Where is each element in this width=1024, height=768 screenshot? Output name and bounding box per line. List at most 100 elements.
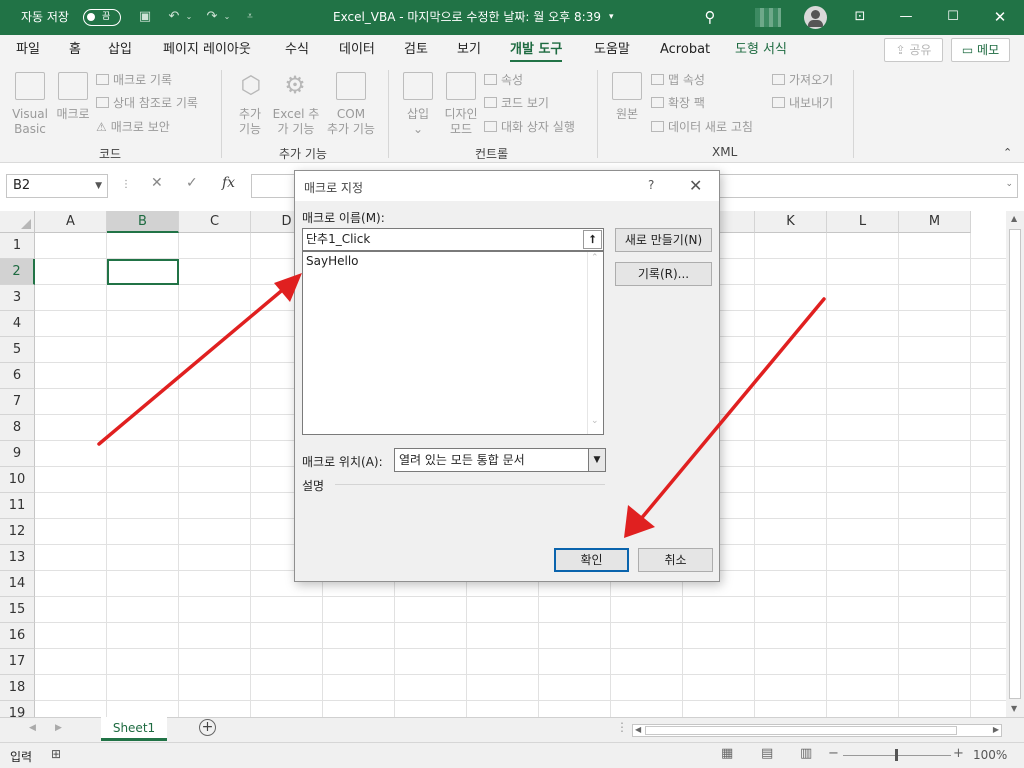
hscroll-thumb[interactable] — [645, 726, 957, 735]
selected-cell-b2[interactable] — [107, 259, 179, 285]
row-header-6[interactable]: 6 — [0, 363, 35, 389]
row-header-9[interactable]: 9 — [0, 441, 35, 467]
share-button[interactable]: ⇪ 공유 — [884, 38, 943, 62]
title-dropdown-icon[interactable]: ▾ — [609, 0, 614, 35]
ok-button[interactable]: 확인 — [554, 548, 629, 572]
page-break-view-icon[interactable]: ▥ — [800, 746, 812, 761]
record-button[interactable]: 기록(R)... — [615, 262, 712, 286]
row-header-14[interactable]: 14 — [0, 571, 35, 597]
run-dialog-button[interactable]: 대화 상자 실행 — [484, 120, 575, 135]
macros-in-select[interactable]: 열려 있는 모든 통합 문서 ▼ — [394, 448, 606, 472]
search-icon[interactable]: ⚲ — [701, 8, 719, 26]
macro-name-input[interactable]: 단추1_Click ⭡ — [302, 228, 604, 251]
tab-review[interactable]: 검토 — [404, 35, 428, 65]
expand-formula-icon[interactable]: ⌄ — [1005, 179, 1013, 189]
row-header-12[interactable]: 12 — [0, 519, 35, 545]
customize-qat-icon[interactable]: ⩡ — [241, 8, 259, 26]
expansion-packs-button[interactable]: 확장 팩 — [651, 96, 705, 111]
horizontal-scrollbar[interactable]: ◀ ▶ — [632, 724, 1002, 737]
sheet-tab-sheet1[interactable]: Sheet1 — [101, 717, 167, 741]
select-all-corner[interactable] — [0, 211, 35, 233]
cancel-button[interactable]: 취소 — [638, 548, 713, 572]
name-box[interactable]: B2 ▼ — [6, 174, 108, 198]
save-icon[interactable]: ▣ — [136, 8, 154, 26]
export-button[interactable]: 내보내기 — [772, 96, 833, 111]
row-header-15[interactable]: 15 — [0, 597, 35, 623]
tab-home[interactable]: 홈 — [69, 35, 81, 65]
map-properties-button[interactable]: 맵 속성 — [651, 73, 705, 88]
row-header-11[interactable]: 11 — [0, 493, 35, 519]
collapse-ribbon-icon[interactable]: ⌃ — [1003, 145, 1012, 160]
row-header-5[interactable]: 5 — [0, 337, 35, 363]
dialog-close-icon[interactable]: ✕ — [689, 176, 702, 195]
row-header-18[interactable]: 18 — [0, 675, 35, 701]
row-header-17[interactable]: 17 — [0, 649, 35, 675]
row-header-13[interactable]: 13 — [0, 545, 35, 571]
row-header-8[interactable]: 8 — [0, 415, 35, 441]
help-icon[interactable]: ? — [648, 178, 654, 192]
tab-file[interactable]: 파일 — [16, 35, 40, 65]
tab-data[interactable]: 데이터 — [339, 35, 375, 65]
column-header-l[interactable]: L — [827, 211, 899, 233]
scroll-down-icon[interactable]: ▼ — [1011, 704, 1017, 713]
tab-formulas[interactable]: 수식 — [285, 35, 309, 65]
view-code-button[interactable]: 코드 보기 — [484, 96, 549, 111]
add-sheet-icon[interactable]: + — [199, 719, 216, 736]
row-header-1[interactable]: 1 — [0, 233, 35, 259]
column-header-a[interactable]: A — [35, 211, 107, 233]
refresh-data-button[interactable]: 데이터 새로 고침 — [651, 120, 753, 135]
new-macro-button[interactable]: 새로 만들기(N) — [615, 228, 712, 252]
macro-list[interactable]: SayHello ⌃ ⌄ — [302, 251, 604, 435]
scrollbar-thumb[interactable] — [1009, 229, 1021, 699]
row-header-19[interactable]: 19 — [0, 701, 35, 717]
com-addins-button[interactable]: COM 추가 기능 — [322, 107, 380, 137]
vertical-scrollbar[interactable]: ▲ ▼ — [1006, 211, 1024, 717]
column-header-k[interactable]: K — [755, 211, 827, 233]
comments-button[interactable]: ▭ 메모 — [951, 38, 1010, 62]
tab-shape-format[interactable]: 도형 서식 — [735, 35, 787, 65]
addins-button[interactable]: 추가 기능 — [230, 107, 270, 137]
macro-recording-icon[interactable]: ⊞ — [51, 747, 61, 761]
row-header-7[interactable]: 7 — [0, 389, 35, 415]
scroll-up-icon[interactable]: ▲ — [1011, 214, 1017, 223]
insert-function-icon[interactable]: fx — [222, 175, 235, 191]
macro-security-button[interactable]: ⚠ 매크로 보안 — [96, 120, 170, 135]
zoom-in-icon[interactable]: + — [953, 746, 964, 761]
enter-icon[interactable]: ✓ — [186, 175, 198, 191]
column-header-b[interactable]: B — [107, 211, 179, 233]
page-layout-view-icon[interactable]: ▤ — [761, 746, 773, 761]
record-macro-button[interactable]: 매크로 기록 — [96, 73, 172, 88]
tab-page-layout[interactable]: 페이지 레이아웃 — [163, 35, 251, 65]
list-scrollbar[interactable]: ⌃ ⌄ — [587, 252, 603, 434]
tab-view[interactable]: 보기 — [457, 35, 481, 65]
zoom-level[interactable]: 100% — [973, 748, 1007, 762]
insert-controls-button[interactable]: 삽입 ⌄ — [399, 107, 437, 137]
row-header-2[interactable]: 2 — [0, 259, 35, 285]
normal-view-icon[interactable]: ▦ — [721, 746, 733, 761]
chevron-down-icon[interactable]: ▼ — [95, 175, 102, 197]
column-header-c[interactable]: C — [179, 211, 251, 233]
tab-help[interactable]: 도움말 — [594, 35, 630, 65]
tab-insert[interactable]: 삽입 — [108, 35, 132, 65]
next-sheet-icon[interactable]: ▶ — [55, 723, 62, 733]
tab-split-handle[interactable]: ⋮ — [616, 720, 628, 734]
excel-addins-button[interactable]: Excel 추 가 기능 — [272, 107, 320, 137]
design-mode-button[interactable]: 디자인 모드 — [440, 107, 482, 137]
zoom-slider-handle[interactable] — [895, 749, 898, 761]
cancel-icon[interactable]: ✕ — [151, 175, 163, 191]
zoom-out-icon[interactable]: − — [828, 746, 839, 761]
collapse-dialog-icon[interactable]: ⭡ — [583, 230, 602, 249]
scroll-right-icon[interactable]: ▶ — [993, 725, 999, 734]
tab-developer[interactable]: 개발 도구 — [510, 35, 563, 65]
column-header-m[interactable]: M — [899, 211, 971, 233]
row-header-16[interactable]: 16 — [0, 623, 35, 649]
maximize-icon[interactable]: ☐ — [944, 8, 962, 26]
row-header-4[interactable]: 4 — [0, 311, 35, 337]
list-scroll-down-icon[interactable]: ⌄ — [591, 416, 599, 426]
minimize-icon[interactable]: — — [897, 8, 915, 26]
user-avatar[interactable] — [804, 6, 827, 29]
prev-sheet-icon[interactable]: ◀ — [29, 723, 36, 733]
undo-dropdown-icon[interactable]: ⌄ — [180, 8, 198, 26]
ribbon-display-icon[interactable]: ⊡ — [851, 8, 869, 26]
macros-button[interactable]: 매크로 — [52, 107, 94, 122]
